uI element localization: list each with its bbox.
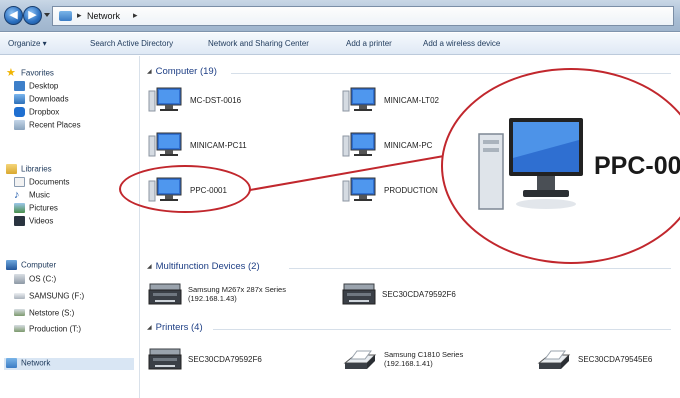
multifunction-device-item[interactable]: SEC30CDA79592F6: [341, 280, 521, 310]
sidebar-item-dropbox[interactable]: Dropbox: [14, 107, 59, 119]
network-computer-item[interactable]: MINICAM-PC11: [147, 131, 297, 161]
organize-button[interactable]: Organize ▾: [8, 39, 47, 48]
address-bar-region: ◀ ▶ ▸ Network ▸: [0, 0, 680, 32]
add-wireless-device-button[interactable]: Add a wireless device: [423, 39, 500, 48]
computer-icon: [342, 132, 376, 157]
sidebar-item-network[interactable]: Network: [4, 358, 134, 370]
local-drive-icon: [14, 274, 25, 284]
sidebar-item-os-c[interactable]: OS (C:): [14, 274, 56, 286]
network-drive-icon: [14, 309, 25, 317]
search-active-directory-button[interactable]: Search Active Directory: [90, 39, 173, 48]
sidebar-item-desktop[interactable]: Desktop: [14, 81, 58, 93]
star-icon: ★: [6, 67, 16, 79]
breadcrumb-separator-end[interactable]: ▸: [133, 10, 138, 21]
sidebar-item-recent-places[interactable]: Recent Places: [14, 120, 81, 132]
printer-icon: [537, 350, 571, 369]
music-icon: ♪: [14, 189, 20, 201]
breadcrumb-separator[interactable]: ▸: [77, 10, 82, 21]
sidebar-item-libraries[interactable]: Libraries: [6, 164, 52, 176]
computer-icon: [342, 87, 376, 112]
sidebar-item-favorites[interactable]: ★ Favorites: [6, 68, 54, 80]
multifunction-printer-icon: [342, 283, 376, 305]
network-folder-icon: [59, 11, 72, 21]
address-bar[interactable]: ▸ Network ▸: [52, 6, 674, 26]
printer-icon: [343, 350, 377, 369]
recent-pages-dropdown[interactable]: [44, 13, 50, 17]
forward-button[interactable]: ▶: [23, 6, 42, 25]
computer-icon: [478, 118, 583, 210]
group-divider: [213, 329, 671, 330]
breadcrumb-network[interactable]: Network: [87, 11, 120, 21]
removable-drive-icon: [14, 292, 25, 299]
printer-item[interactable]: SEC30CDA79592F6: [147, 345, 317, 375]
collapse-arrow-icon: ◢: [147, 324, 152, 331]
computer-icon: [148, 87, 182, 112]
desktop-icon: [14, 81, 25, 91]
printer-item[interactable]: SEC30CDA79545E6: [535, 345, 680, 375]
documents-icon: [14, 177, 25, 187]
network-drive-icon: [14, 325, 25, 333]
computer-icon: [148, 132, 182, 157]
sidebar-item-music[interactable]: ♪ Music: [14, 190, 50, 202]
multifunction-printer-icon: [148, 348, 182, 370]
back-button[interactable]: ◀: [4, 6, 23, 25]
sidebar-item-pictures[interactable]: Pictures: [14, 203, 58, 215]
group-header-multifunction[interactable]: ◢ Multifunction Devices (2): [147, 261, 260, 273]
pictures-icon: [14, 203, 25, 213]
sidebar-item-documents[interactable]: Documents: [14, 177, 69, 189]
dropbox-icon: [14, 107, 25, 117]
multifunction-printer-icon: [148, 283, 182, 305]
network-icon: [6, 358, 17, 368]
libraries-icon: [6, 164, 17, 174]
group-header-printers[interactable]: ◢ Printers (4): [147, 322, 203, 334]
sidebar-item-downloads[interactable]: Downloads: [14, 94, 69, 106]
group-header-computer[interactable]: ◢ Computer (19): [147, 66, 217, 78]
collapse-arrow-icon: ◢: [147, 263, 152, 270]
sidebar-item-netstore-s[interactable]: Netstore (S:): [14, 308, 74, 320]
navigation-pane: ★ Favorites Desktop Downloads Dropbox Rec…: [0, 56, 140, 398]
collapse-arrow-icon: ◢: [147, 68, 152, 75]
add-printer-button[interactable]: Add a printer: [346, 39, 392, 48]
network-sharing-center-button[interactable]: Network and Sharing Center: [208, 39, 309, 48]
recent-places-icon: [14, 120, 25, 130]
sidebar-item-production-t[interactable]: Production (T:): [14, 324, 81, 336]
sidebar-item-samsung-f[interactable]: SAMSUNG (F:): [14, 291, 84, 303]
multifunction-device-item[interactable]: Samsung M267x 287x Series (192.168.1.43): [147, 280, 327, 310]
computer-icon: [342, 177, 376, 202]
printer-item[interactable]: Samsung C1810 Series (192.168.1.41): [341, 345, 521, 375]
command-bar: Organize ▾ Search Active Directory Netwo…: [0, 33, 680, 55]
zoomed-computer-name: PPC-00: [594, 152, 680, 180]
group-divider: [289, 268, 671, 269]
videos-icon: [14, 216, 25, 226]
network-computer-item[interactable]: MC-DST-0016: [147, 86, 297, 116]
downloads-icon: [14, 94, 25, 104]
sidebar-item-computer[interactable]: Computer: [6, 260, 56, 272]
computer-icon: [6, 260, 17, 270]
highlight-circle: [119, 165, 251, 213]
sidebar-item-videos[interactable]: Videos: [14, 216, 53, 228]
